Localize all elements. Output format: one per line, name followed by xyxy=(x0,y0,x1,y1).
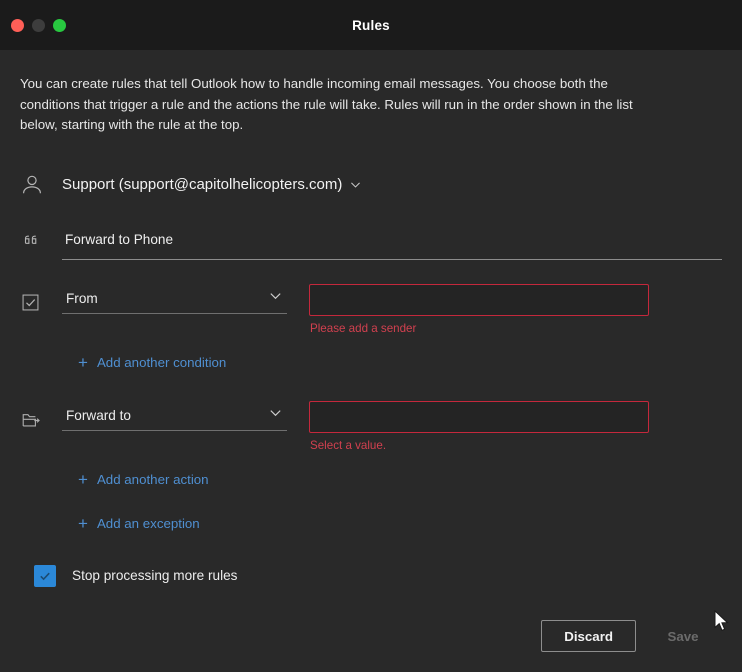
add-another-action-label: Add another action xyxy=(96,472,209,487)
add-another-action-link[interactable]: + Add another action xyxy=(78,469,209,491)
action-select-label: Forward to xyxy=(66,407,131,423)
condition-value-col: Please add a sender xyxy=(309,283,649,335)
rules-window: Rules You can create rules that tell Out… xyxy=(0,0,742,672)
title-bar: Rules xyxy=(0,0,742,50)
action-select-wrap: Forward to xyxy=(62,401,287,452)
stop-processing-checkbox[interactable] xyxy=(34,564,56,587)
discard-button[interactable]: Discard xyxy=(541,620,636,652)
dialog-body: You can create rules that tell Outlook h… xyxy=(0,50,742,600)
action-value-col: Select a value. xyxy=(309,400,649,452)
minimize-button[interactable] xyxy=(32,18,45,32)
rule-name-row: Forward to Phone xyxy=(20,230,722,260)
window-title: Rules xyxy=(352,17,390,33)
condition-error-message: Please add a sender xyxy=(310,321,417,335)
plus-icon: + xyxy=(78,353,88,372)
save-button: Save xyxy=(646,620,720,652)
add-an-exception-label: Add an exception xyxy=(96,516,200,531)
traffic-lights xyxy=(11,18,66,32)
quote-icon xyxy=(20,230,60,260)
action-select[interactable]: Forward to xyxy=(62,401,287,431)
chevron-down-icon xyxy=(268,405,283,425)
condition-value-input[interactable] xyxy=(309,283,649,316)
account-selector[interactable]: Support (support@capitolhelicopters.com) xyxy=(20,168,722,202)
intro-text: You can create rules that tell Outlook h… xyxy=(20,76,633,132)
zoom-button[interactable] xyxy=(53,18,66,32)
plus-icon: + xyxy=(78,470,88,489)
action-error-message: Select a value. xyxy=(310,438,387,452)
rule-name-input[interactable]: Forward to Phone xyxy=(62,231,722,260)
chevron-down-icon xyxy=(268,288,283,308)
add-another-condition-label: Add another condition xyxy=(96,355,227,370)
rule-name-value: Forward to Phone xyxy=(65,231,174,247)
account-label: Support (support@capitolhelicopters.com) xyxy=(62,176,343,193)
condition-select-label: From xyxy=(66,290,98,306)
person-icon xyxy=(20,173,60,197)
condition-select[interactable]: From xyxy=(62,284,287,314)
add-another-condition-link[interactable]: + Add another condition xyxy=(78,352,226,374)
folder-forward-icon xyxy=(20,401,60,452)
plus-icon: + xyxy=(78,514,88,533)
condition-select-wrap: From xyxy=(62,284,287,335)
dialog-footer: Discard Save xyxy=(0,600,742,672)
stop-processing-row[interactable]: Stop processing more rules xyxy=(34,564,722,587)
stop-processing-label: Stop processing more rules xyxy=(72,568,238,583)
checkmark-box-icon xyxy=(20,284,60,335)
chevron-down-icon[interactable] xyxy=(349,178,362,191)
action-row: Forward to Select a value. xyxy=(20,400,722,452)
add-an-exception-link[interactable]: + Add an exception xyxy=(78,513,200,535)
action-value-input[interactable] xyxy=(309,400,649,433)
close-button[interactable] xyxy=(11,18,24,32)
condition-row: From Please add a sender xyxy=(20,283,722,335)
